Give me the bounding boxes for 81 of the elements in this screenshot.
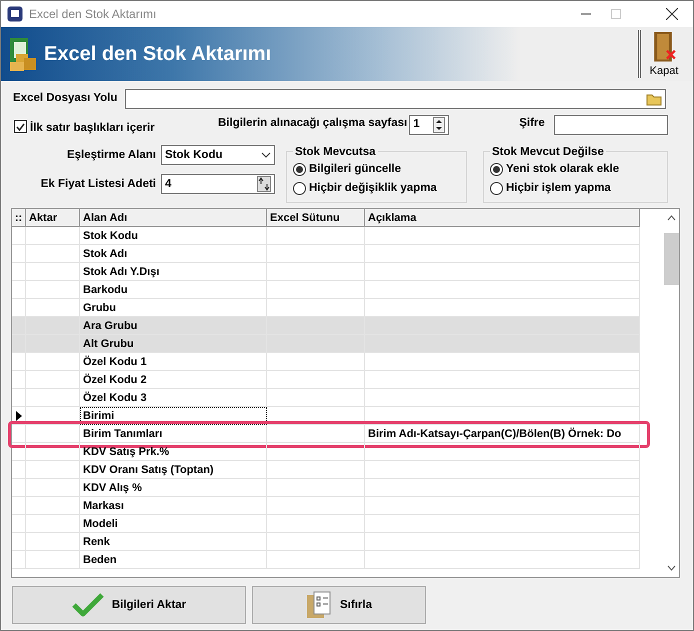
column-header[interactable]: Alan Adı xyxy=(80,209,267,228)
checkmark-icon xyxy=(72,593,104,618)
close-icon[interactable] xyxy=(666,8,678,20)
spin-arrows-icon xyxy=(433,116,446,133)
table-row[interactable]: Ara Grubu xyxy=(12,317,640,336)
door-icon xyxy=(651,31,677,62)
folder-icon[interactable] xyxy=(646,92,662,106)
checkmark-icon xyxy=(16,122,25,131)
field-label: Eşleştirme Alanı xyxy=(66,148,156,163)
table-cell: Özel Kodu 2 xyxy=(80,371,267,390)
table-row[interactable]: Beden xyxy=(12,551,640,570)
table-row[interactable]: Stok Kodu xyxy=(12,227,640,246)
scrollbar-thumb[interactable] xyxy=(664,233,679,286)
field-label: Bilgilerin alınacağı çalışma sayfası xyxy=(218,116,408,131)
window-title: Excel den Stok Aktarımı xyxy=(29,6,156,23)
column-header[interactable]: Excel Sütunu xyxy=(267,209,365,228)
table-cell: Barkodu xyxy=(80,281,267,300)
field-label: Excel Dosyası Yolu xyxy=(13,91,118,106)
table-cell: Stok Kodu xyxy=(80,227,267,246)
checkbox-label[interactable]: İlk satır başlıkları içerir xyxy=(30,120,218,138)
radio-button[interactable] xyxy=(293,182,306,196)
radio-label[interactable]: Bilgileri güncelle xyxy=(309,161,402,178)
table-row[interactable]: Stok Adı xyxy=(12,245,640,264)
table-row[interactable]: Barkodu xyxy=(12,281,640,300)
table-row[interactable]: Özel Kodu 1 xyxy=(12,353,640,372)
spin-arrows-icon xyxy=(257,176,271,192)
table-row[interactable]: KDV Alış % xyxy=(12,479,640,498)
table-cell: Modeli xyxy=(80,515,267,534)
table-cell: Birim Adı-Katsayı-Çarpan(C)/Bölen(B) Örnek: Do xyxy=(365,425,640,444)
price-list-count-field[interactable]: 4 xyxy=(161,174,275,194)
chevron-down-icon xyxy=(261,152,271,158)
sheet-spin-field[interactable]: 1 xyxy=(409,114,450,135)
scroll-down-icon[interactable] xyxy=(667,565,676,572)
spreadsheet-boxes-icon xyxy=(8,36,38,72)
column-header[interactable]: Açıklama xyxy=(365,209,640,228)
action-button[interactable]: Bilgileri Aktar xyxy=(12,586,246,624)
radio-button[interactable] xyxy=(293,163,306,176)
table-cell: KDV Alış % xyxy=(80,479,267,498)
table-row[interactable]: Birimi xyxy=(12,407,640,426)
table-cell: Özel Kodu 1 xyxy=(80,353,267,372)
match-field-dropdown[interactable]: Stok Kodu xyxy=(161,145,275,166)
table-row[interactable]: Özel Kodu 3 xyxy=(12,389,640,408)
clipboard-checklist-icon xyxy=(306,591,332,620)
table-row[interactable]: Birim Tanımları Birim Adı-Katsayı-Çarpan(C)/Bölen(B) Örnek: Do xyxy=(12,425,640,444)
table-cell: Markası xyxy=(80,497,267,516)
table-cell: Özel Kodu 3 xyxy=(80,389,267,408)
table-row[interactable]: Modeli xyxy=(12,515,640,534)
table-row[interactable]: Özel Kodu 2 xyxy=(12,371,640,390)
radio-button[interactable] xyxy=(490,163,503,176)
file-path-field[interactable] xyxy=(125,89,666,109)
table-row[interactable]: Stok Adı Y.Dışı xyxy=(12,263,640,282)
banner-title: Excel den Stok Aktarımı xyxy=(44,42,272,67)
radio-label[interactable]: Yeni stok olarak ekle xyxy=(506,161,620,178)
table-cell: Ara Grubu xyxy=(80,317,267,336)
column-header[interactable]: :: xyxy=(12,209,26,228)
password-field[interactable] xyxy=(554,114,668,135)
table-row[interactable]: Renk xyxy=(12,533,640,552)
radio-label[interactable]: Hiçbir değişiklik yapma xyxy=(309,180,437,198)
action-button[interactable]: Sıfırla xyxy=(252,586,426,624)
radio-button[interactable] xyxy=(490,182,503,196)
table-cell: Alt Grubu xyxy=(80,335,267,354)
table-cell: Renk xyxy=(80,533,267,552)
table-cell: Beden xyxy=(80,551,267,570)
table-row[interactable]: KDV Oranı Satış (Toptan) xyxy=(12,461,640,480)
table-cell: Stok Adı Y.Dışı xyxy=(80,263,267,282)
field-label: Ek Fiyat Listesi Adeti xyxy=(40,176,156,192)
table-cell: KDV Oranı Satış (Toptan) xyxy=(80,461,267,480)
checkbox[interactable] xyxy=(14,120,27,134)
table-row[interactable]: KDV Satış Prk.% xyxy=(12,443,640,462)
table-cell: KDV Satış Prk.% xyxy=(80,443,267,462)
table-cell: Birimi xyxy=(80,407,267,426)
radio-label[interactable]: Hiçbir işlem yapma xyxy=(506,180,611,198)
table-cell: Birim Tanımları xyxy=(80,425,267,444)
app-icon xyxy=(7,6,23,22)
table-cell: Stok Adı xyxy=(80,245,267,264)
table-row[interactable]: Alt Grubu xyxy=(12,335,640,354)
table-row[interactable]: Markası xyxy=(12,497,640,516)
scroll-up-icon[interactable] xyxy=(667,215,676,222)
close-button[interactable]: Kapat xyxy=(641,29,687,79)
field-label: Şifre xyxy=(519,116,546,131)
column-header[interactable]: Aktar xyxy=(26,209,80,228)
